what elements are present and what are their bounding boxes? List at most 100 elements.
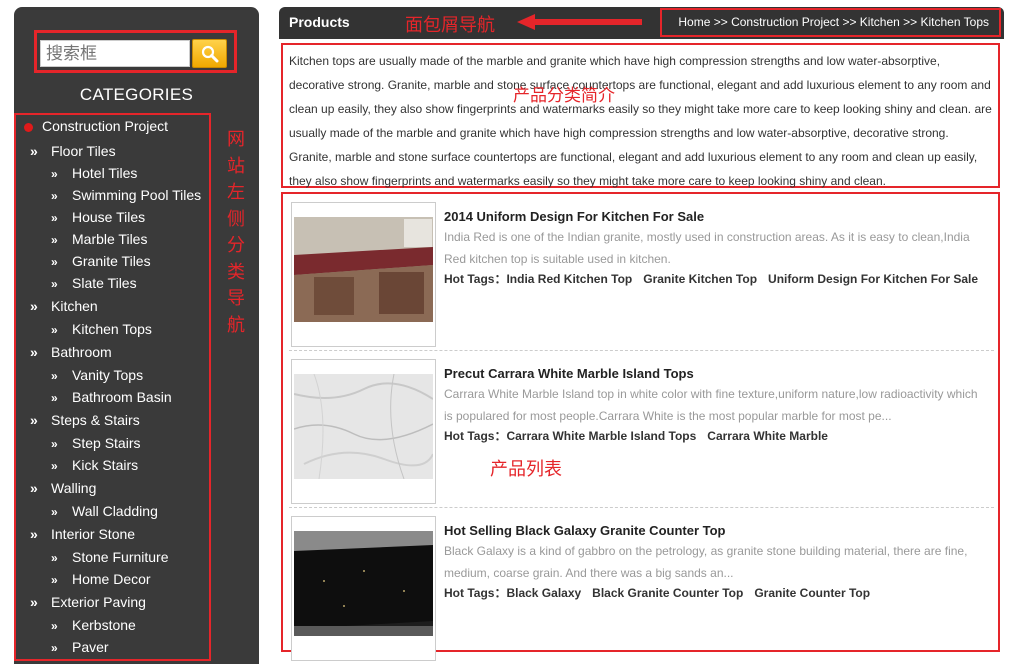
- product-list: 2014 Uniform Design For Kitchen For Sale…: [281, 192, 1000, 661]
- sidebar-item[interactable]: » Home Decor: [51, 570, 151, 589]
- sidebar: CATEGORIES Construction Project » Floor Ti…: [14, 7, 259, 664]
- product-divider: [289, 350, 994, 351]
- sidebar-item[interactable]: » Bathroom Basin: [51, 388, 172, 407]
- sidebar-annotation-char: 分: [227, 235, 245, 256]
- sidebar-item-label: Bathroom: [51, 344, 112, 360]
- product-thumbnail[interactable]: [291, 202, 436, 347]
- sidebar-item[interactable]: » Swimming Pool Tiles: [51, 186, 201, 205]
- double-chevron-icon: »: [51, 573, 58, 587]
- sidebar-item[interactable]: » Slate Tiles: [51, 274, 137, 293]
- sidebar-annotation: 网站左侧分类导航: [224, 127, 248, 339]
- double-chevron-icon: »: [30, 412, 38, 428]
- category-description: Kitchen tops are usually made of the mar…: [281, 43, 1000, 188]
- search-highlight-box: [34, 30, 237, 73]
- sidebar-item-label: Step Stairs: [72, 435, 141, 451]
- double-chevron-icon: »: [51, 391, 58, 405]
- page-title: Products: [289, 14, 350, 30]
- sidebar-item-label: Stone Furniture: [72, 549, 169, 565]
- sidebar-item[interactable]: » Hotel Tiles: [51, 164, 137, 183]
- hot-tags: Hot Tags：Black Galaxy Black Granite Count…: [444, 584, 881, 601]
- sidebar-item-label: Kerbstone: [72, 617, 136, 633]
- sidebar-annotation-char: 侧: [227, 208, 245, 230]
- double-chevron-icon: »: [51, 619, 58, 633]
- hot-tag-link[interactable]: Black Granite Counter Top: [592, 586, 743, 600]
- sidebar-item[interactable]: » Step Stairs: [51, 434, 140, 453]
- product-item: Precut Carrara White Marble Island Tops C…: [289, 353, 994, 504]
- sidebar-item[interactable]: » Wall Cladding: [51, 502, 158, 521]
- sidebar-annotation-char: 导: [227, 288, 245, 309]
- double-chevron-icon: »: [30, 594, 38, 610]
- description-text: Kitchen tops are usually made of the mar…: [289, 54, 992, 188]
- sidebar-item[interactable]: » Exterior Paving: [30, 593, 146, 611]
- sidebar-item[interactable]: » Kick Stairs: [51, 456, 138, 475]
- sidebar-item[interactable]: » Kitchen: [30, 297, 98, 315]
- double-chevron-icon: »: [51, 323, 58, 337]
- double-chevron-icon: »: [51, 505, 58, 519]
- breadcrumb[interactable]: Home >> Construction Project >> Kitchen …: [660, 8, 1001, 37]
- sidebar-item-label: Floor Tiles: [51, 143, 116, 159]
- double-chevron-icon: »: [51, 277, 58, 291]
- categories-title: CATEGORIES: [79, 85, 194, 104]
- hot-tag-link[interactable]: Black Galaxy: [506, 586, 581, 600]
- product-title-link[interactable]: Precut Carrara White Marble Island Tops: [444, 366, 694, 381]
- sidebar-item[interactable]: » Kerbstone: [51, 616, 136, 635]
- sidebar-item[interactable]: Construction Project: [24, 117, 168, 135]
- double-chevron-icon: »: [30, 298, 38, 314]
- sidebar-item-label: Wall Cladding: [72, 503, 158, 519]
- hot-tags: Hot Tags：India Red Kitchen Top Granite Ki…: [444, 270, 989, 287]
- hot-tags-label: Hot Tags：: [444, 429, 507, 443]
- sidebar-item[interactable]: » Vanity Tops: [51, 366, 143, 385]
- product-thumbnail[interactable]: [291, 516, 436, 661]
- double-chevron-icon: »: [30, 143, 38, 159]
- product-item: 2014 Uniform Design For Kitchen For Sale…: [289, 196, 994, 347]
- description-annotation: 产品分类简介: [513, 86, 615, 106]
- double-chevron-icon: »: [30, 480, 38, 496]
- double-chevron-icon: »: [51, 437, 58, 451]
- sidebar-item-label: Swimming Pool Tiles: [72, 187, 202, 203]
- sidebar-item-label: Exterior Paving: [51, 594, 146, 610]
- sidebar-item[interactable]: » Kitchen Tops: [51, 320, 152, 339]
- sidebar-item[interactable]: » Stone Furniture: [51, 548, 169, 567]
- hot-tag-link[interactable]: Carrara White Marble: [707, 429, 828, 443]
- product-thumbnail[interactable]: [291, 359, 436, 504]
- sidebar-annotation-char: 航: [227, 314, 245, 336]
- product-description: Black Galaxy is a kind of gabbro on the …: [444, 544, 968, 580]
- double-chevron-icon: »: [51, 255, 58, 269]
- sidebar-item[interactable]: » Steps & Stairs: [30, 411, 140, 429]
- sidebar-item[interactable]: » Interior Stone: [30, 525, 135, 543]
- sidebar-item[interactable]: » Paver: [51, 638, 109, 657]
- sidebar-item[interactable]: » Floor Tiles: [30, 142, 116, 160]
- sidebar-item-label: Steps & Stairs: [51, 412, 140, 428]
- hot-tags: Hot Tags：Carrara White Marble Island Top…: [444, 427, 839, 444]
- product-divider: [289, 507, 994, 508]
- hot-tag-link[interactable]: Granite Kitchen Top: [643, 272, 757, 286]
- hot-tag-link[interactable]: Uniform Design For Kitchen For Sale: [768, 272, 978, 286]
- hot-tag-link[interactable]: India Red Kitchen Top: [506, 272, 632, 286]
- double-chevron-icon: »: [51, 369, 58, 383]
- sidebar-item[interactable]: » House Tiles: [51, 208, 145, 227]
- sidebar-annotation-char: 左: [227, 182, 245, 203]
- sidebar-item[interactable]: » Granite Tiles: [51, 252, 151, 271]
- breadcrumb-annotation: 面包屑导航: [405, 15, 495, 36]
- double-chevron-icon: »: [51, 459, 58, 473]
- double-chevron-icon: »: [51, 233, 58, 247]
- sidebar-item-label: Bathroom Basin: [72, 389, 172, 405]
- product-item: Hot Selling Black Galaxy Granite Counter…: [289, 510, 994, 661]
- sidebar-item-label: Home Decor: [72, 571, 151, 587]
- product-description: Carrara White Marble Island top in white…: [444, 387, 978, 423]
- sidebar-item[interactable]: » Walling: [30, 479, 96, 497]
- hot-tag-link[interactable]: Granite Counter Top: [754, 586, 870, 600]
- double-chevron-icon: »: [51, 211, 58, 225]
- hot-tag-link[interactable]: Carrara White Marble Island Tops: [506, 429, 696, 443]
- product-title-link[interactable]: 2014 Uniform Design For Kitchen For Sale: [444, 209, 704, 224]
- sidebar-item-label: Marble Tiles: [72, 231, 148, 247]
- bullet-dot-icon: [24, 123, 33, 132]
- double-chevron-icon: »: [51, 167, 58, 181]
- sidebar-item-label: House Tiles: [72, 209, 146, 225]
- product-title-link[interactable]: Hot Selling Black Galaxy Granite Counter…: [444, 523, 725, 538]
- sidebar-item[interactable]: » Bathroom: [30, 343, 112, 361]
- sidebar-item-label: Granite Tiles: [72, 253, 151, 269]
- product-description: India Red is one of the Indian granite, …: [444, 230, 970, 266]
- sidebar-item[interactable]: » Marble Tiles: [51, 230, 147, 249]
- hot-tags-label: Hot Tags：: [444, 586, 507, 600]
